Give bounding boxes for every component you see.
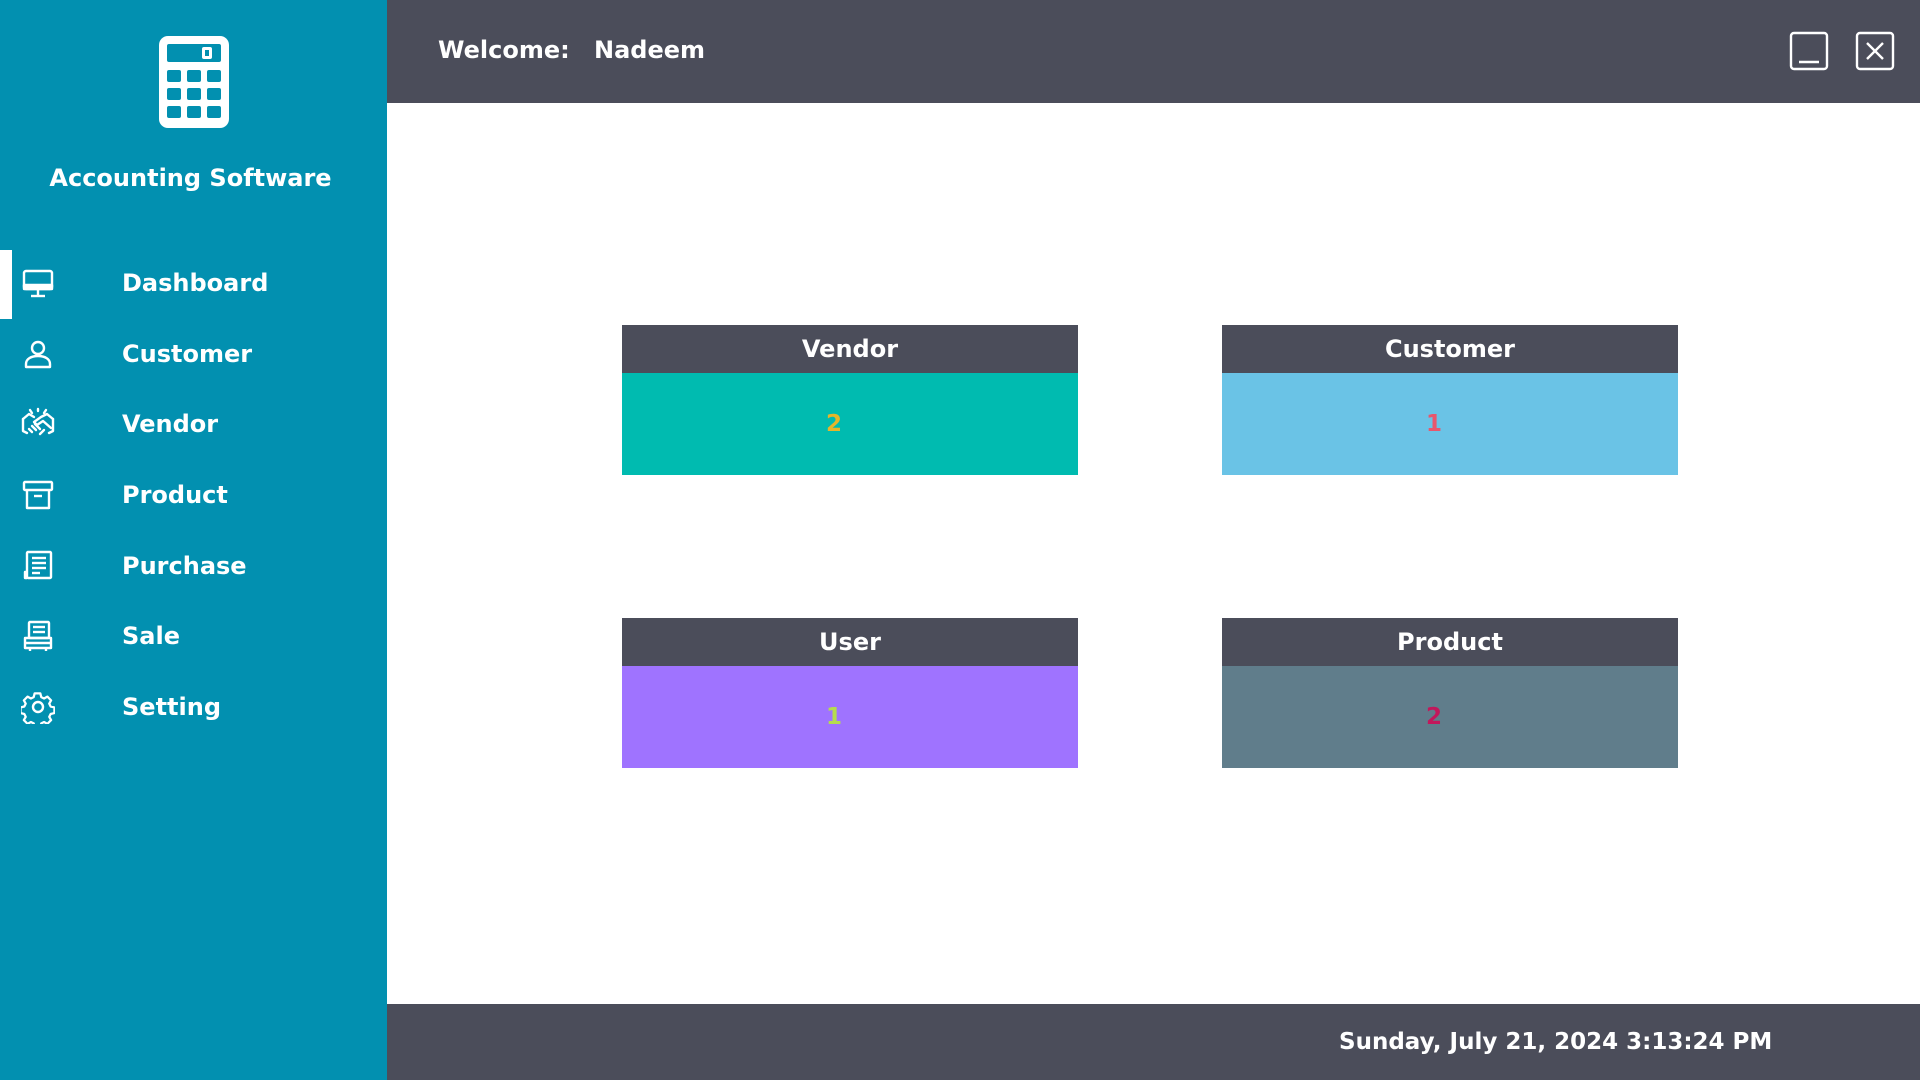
- sidebar: Accounting Software Dashboard Customer V…: [0, 0, 387, 1080]
- sidebar-item-setting[interactable]: Setting: [0, 672, 387, 743]
- sidebar-item-label: Setting: [122, 692, 221, 721]
- header-bar: Welcome: Nadeem: [387, 0, 1920, 103]
- vendor-card: Vendor 2: [622, 325, 1078, 475]
- sidebar-item-label: Purchase: [122, 551, 247, 580]
- calculator-icon: [158, 36, 229, 128]
- cash-register-icon: [20, 618, 56, 654]
- card-title: Customer: [1222, 325, 1678, 373]
- sidebar-item-label: Customer: [122, 339, 253, 368]
- customer-count: 1: [1425, 411, 1442, 437]
- card-value-area: 2: [1222, 666, 1678, 768]
- footer-bar: Sunday, July 21, 2024 3:13:24 PM: [387, 1004, 1920, 1080]
- logo: [0, 34, 387, 134]
- sidebar-item-vendor[interactable]: Vendor: [0, 389, 387, 460]
- receipt-icon: [20, 548, 56, 584]
- username: Nadeem: [594, 36, 706, 64]
- sidebar-item-product[interactable]: Product: [0, 460, 387, 531]
- close-icon: [1855, 31, 1895, 71]
- card-title: Product: [1222, 618, 1678, 666]
- card-title: Vendor: [622, 325, 1078, 373]
- handshake-icon: [20, 406, 56, 442]
- sidebar-nav: Dashboard Customer Vendor Product Purcha…: [0, 248, 387, 742]
- app-title: Accounting Software: [49, 164, 332, 192]
- user-icon: [20, 336, 56, 372]
- sidebar-item-label: Dashboard: [122, 269, 269, 298]
- vendor-count: 2: [825, 411, 842, 437]
- product-count: 2: [1425, 704, 1442, 730]
- archive-box-icon: [20, 477, 56, 513]
- card-title: User: [622, 618, 1078, 666]
- card-value-area: 1: [622, 666, 1078, 768]
- card-value-area: 2: [622, 373, 1078, 475]
- close-button[interactable]: [1855, 31, 1895, 71]
- welcome-label: Welcome:: [438, 36, 570, 64]
- sidebar-item-customer[interactable]: Customer: [0, 319, 387, 390]
- datetime-display: Sunday, July 21, 2024 3:13:24 PM: [1339, 1029, 1773, 1055]
- sidebar-item-label: Vendor: [122, 410, 219, 439]
- gear-icon: [20, 689, 56, 725]
- sidebar-item-dashboard[interactable]: Dashboard: [0, 248, 387, 319]
- minimize-button[interactable]: [1789, 31, 1829, 71]
- sidebar-item-purchase[interactable]: Purchase: [0, 530, 387, 601]
- user-count: 1: [825, 704, 842, 730]
- product-card: Product 2: [1222, 618, 1678, 768]
- customer-card: Customer 1: [1222, 325, 1678, 475]
- sidebar-item-label: Sale: [122, 622, 180, 651]
- card-value-area: 1: [1222, 373, 1678, 475]
- monitor-icon: [20, 265, 56, 301]
- minimize-icon: [1789, 31, 1829, 71]
- sidebar-item-sale[interactable]: Sale: [0, 601, 387, 672]
- sidebar-item-label: Product: [122, 481, 228, 510]
- user-card: User 1: [622, 618, 1078, 768]
